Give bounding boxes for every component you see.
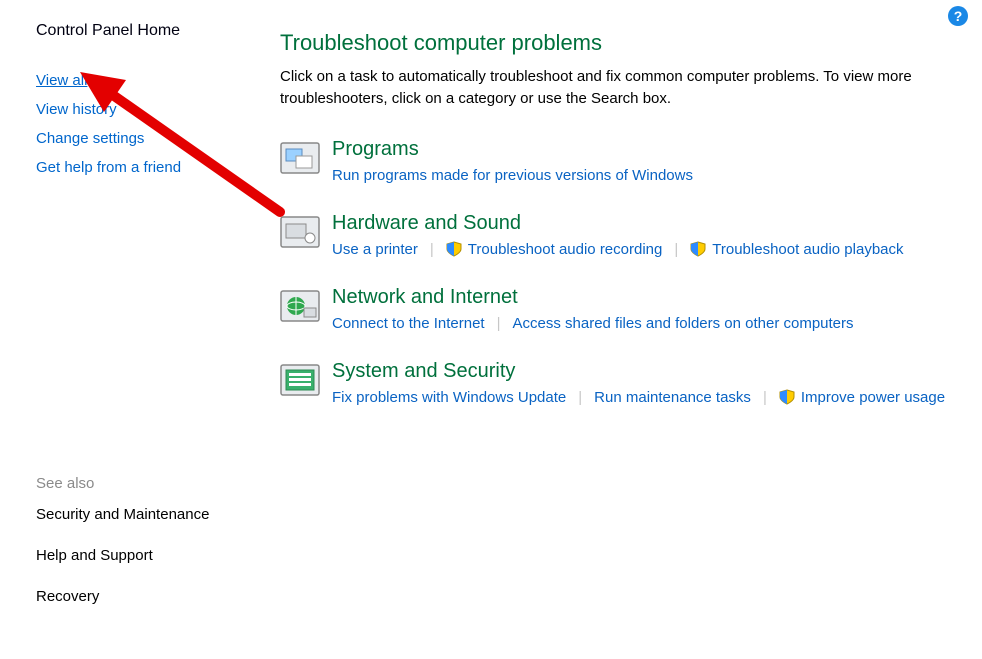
task-power-usage[interactable]: Improve power usage — [779, 389, 945, 406]
category-network: Network and Internet Connect to the Inte… — [280, 286, 952, 332]
separator: | — [578, 389, 582, 406]
see-also-security[interactable]: Security and Maintenance — [36, 506, 209, 523]
see-also-heading: See also — [36, 475, 260, 492]
task-run-prev-windows[interactable]: Run programs made for previous versions … — [332, 167, 693, 184]
separator: | — [674, 241, 678, 258]
sidebar-link-get-help[interactable]: Get help from a friend — [36, 159, 181, 176]
window: ? Control Panel Home View all View histo… — [0, 0, 982, 659]
task-use-printer[interactable]: Use a printer — [332, 241, 418, 258]
sidebar-link-view-all[interactable]: View all — [36, 72, 87, 89]
sidebar: Control Panel Home View all View history… — [0, 0, 260, 659]
task-maintenance[interactable]: Run maintenance tasks — [594, 389, 751, 406]
category-title-network[interactable]: Network and Internet — [332, 286, 952, 309]
shield-icon — [446, 241, 462, 257]
task-audio-recording[interactable]: Troubleshoot audio recording — [446, 241, 663, 258]
programs-icon — [280, 142, 320, 174]
sidebar-heading: Control Panel Home — [36, 22, 260, 40]
category-title-programs[interactable]: Programs — [332, 138, 952, 161]
sidebar-link-change-settings[interactable]: Change settings — [36, 130, 144, 147]
separator: | — [763, 389, 767, 406]
hardware-icon — [280, 216, 320, 248]
page-title: Troubleshoot computer problems — [280, 30, 952, 56]
page-description: Click on a task to automatically trouble… — [280, 66, 952, 110]
separator: | — [430, 241, 434, 258]
shield-icon — [690, 241, 706, 257]
category-title-system[interactable]: System and Security — [332, 360, 952, 383]
task-windows-update[interactable]: Fix problems with Windows Update — [332, 389, 566, 406]
task-connect-internet[interactable]: Connect to the Internet — [332, 315, 485, 332]
task-shared-files[interactable]: Access shared files and folders on other… — [513, 315, 854, 332]
see-also-recovery[interactable]: Recovery — [36, 588, 99, 605]
main-content: Troubleshoot computer problems Click on … — [260, 0, 982, 659]
category-programs: Programs Run programs made for previous … — [280, 138, 952, 184]
network-icon — [280, 290, 320, 322]
category-hardware: Hardware and Sound Use a printer | Troub… — [280, 212, 952, 258]
system-icon — [280, 364, 320, 396]
help-button[interactable]: ? — [948, 6, 968, 26]
sidebar-link-view-history[interactable]: View history — [36, 101, 117, 118]
category-title-hardware[interactable]: Hardware and Sound — [332, 212, 952, 235]
separator: | — [497, 315, 501, 332]
shield-icon — [779, 389, 795, 405]
task-audio-playback[interactable]: Troubleshoot audio playback — [690, 241, 903, 258]
category-system: System and Security Fix problems with Wi… — [280, 360, 952, 406]
see-also-help[interactable]: Help and Support — [36, 547, 153, 564]
